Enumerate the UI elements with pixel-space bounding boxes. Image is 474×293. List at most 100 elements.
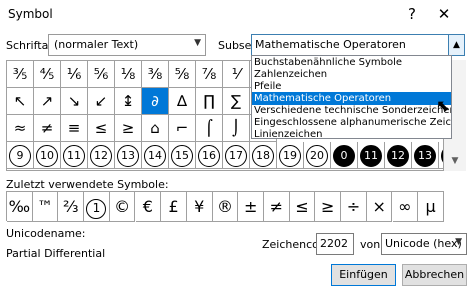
circled-number: 13 bbox=[414, 145, 436, 167]
symbol-cell[interactable]: ⌠ bbox=[196, 115, 223, 142]
symbol-cell[interactable]: ↨ bbox=[115, 88, 142, 115]
recent-symbol-cell[interactable]: ± bbox=[238, 192, 264, 222]
recent-symbol-cell[interactable]: ¥ bbox=[186, 192, 213, 222]
symbol-cell[interactable]: 15 bbox=[169, 142, 196, 169]
recent-symbol-cell[interactable]: ⅔ bbox=[58, 192, 85, 222]
symbol-cell[interactable]: ≡ bbox=[61, 115, 88, 142]
recent-symbol-cell[interactable]: ≥ bbox=[315, 192, 342, 222]
symbol-cell[interactable]: ↖ bbox=[7, 88, 34, 115]
symbol-cell[interactable]: ⅞ bbox=[196, 61, 223, 88]
circled-number: 12 bbox=[90, 145, 112, 167]
recent-symbol-cell[interactable]: £ bbox=[161, 192, 187, 222]
symbol-cell[interactable]: ≤ bbox=[88, 115, 115, 142]
symbol-cell[interactable]: 11 bbox=[358, 142, 385, 169]
subset-option[interactable]: Linienzeichen bbox=[252, 128, 451, 138]
symbol-cell[interactable]: 12 bbox=[88, 142, 115, 169]
symbol-cell[interactable]: 19 bbox=[277, 142, 304, 169]
mouse-cursor-icon: ⬉ bbox=[436, 96, 450, 115]
circled-number: 0 bbox=[333, 145, 355, 167]
symbol-cell[interactable]: ⅟ bbox=[223, 61, 250, 88]
recent-symbol-cell[interactable]: ≤ bbox=[289, 192, 316, 222]
symbol-cell[interactable]: 18 bbox=[250, 142, 277, 169]
symbol-cell[interactable]: ⅝ bbox=[169, 61, 196, 88]
help-button[interactable]: ? bbox=[402, 2, 422, 26]
character-code-input[interactable]: 2202 bbox=[316, 233, 354, 255]
symbol-cell[interactable]: ⅜ bbox=[142, 61, 169, 88]
symbol-cell[interactable]: ⅗ bbox=[7, 61, 34, 88]
symbol-cell[interactable]: ∑ bbox=[223, 88, 250, 115]
recent-symbol-cell[interactable]: 1 bbox=[84, 192, 110, 222]
unicode-name-value: Partial Differential bbox=[6, 247, 106, 260]
recent-symbol-cell[interactable]: € bbox=[135, 192, 162, 222]
circled-number: 10 bbox=[36, 145, 58, 167]
circled-number: 12 bbox=[387, 145, 409, 167]
symbol-cell-selected[interactable]: ∂ bbox=[142, 88, 169, 115]
from-select[interactable]: Unicode (hex) ▼ bbox=[381, 233, 467, 255]
circled-number: 14 bbox=[144, 145, 166, 167]
symbol-cell[interactable]: 20 bbox=[304, 142, 331, 169]
symbol-cell[interactable]: 14 bbox=[142, 142, 169, 169]
subset-dropdown-list[interactable]: Buchstabenähnliche Symbole Zahlenzeichen P… bbox=[251, 55, 452, 139]
circled-number: 16 bbox=[198, 145, 220, 167]
symbol-cell[interactable]: 11 bbox=[61, 142, 88, 169]
recent-symbol-cell[interactable]: © bbox=[109, 192, 136, 222]
font-value: (normaler Text) bbox=[54, 38, 139, 51]
symbol-cell[interactable]: ↙ bbox=[88, 88, 115, 115]
circled-number: 19 bbox=[279, 145, 301, 167]
unicode-name-label: Unicodename: bbox=[6, 227, 86, 240]
from-value: Unicode (hex) bbox=[385, 237, 462, 250]
recent-symbol-cell[interactable]: ‰ bbox=[7, 192, 33, 222]
circled-number: 13 bbox=[117, 145, 139, 167]
recent-symbol-cell[interactable]: × bbox=[366, 192, 393, 222]
circled-number: 9 bbox=[9, 145, 31, 167]
recent-symbols-row[interactable]: ‰ ™ ⅔ 1 © € £ ¥ ® ± ≠ ≤ ≥ ÷ × ∞ µ bbox=[6, 191, 444, 222]
dialog-title: Symbol bbox=[8, 7, 53, 21]
chevron-down-icon: ▼ bbox=[194, 38, 201, 48]
circled-number: 1 bbox=[86, 199, 107, 219]
circled-number: 18 bbox=[252, 145, 274, 167]
symbol-cell[interactable]: ⅙ bbox=[61, 61, 88, 88]
font-select[interactable]: (normaler Text) ▼ bbox=[48, 34, 206, 56]
symbol-cell[interactable]: 0 bbox=[331, 142, 358, 169]
symbol-cell[interactable]: 10 bbox=[34, 142, 61, 169]
close-button[interactable]: ✕ bbox=[432, 2, 456, 26]
symbol-cell[interactable]: ≈ bbox=[7, 115, 34, 142]
symbol-cell[interactable]: ⅚ bbox=[88, 61, 115, 88]
circled-number: 17 bbox=[225, 145, 247, 167]
recent-symbol-cell[interactable]: µ bbox=[418, 192, 444, 222]
symbol-cell[interactable]: ≠ bbox=[34, 115, 61, 142]
recent-symbol-cell[interactable]: ® bbox=[212, 192, 239, 222]
symbol-cell[interactable]: ↗ bbox=[34, 88, 61, 115]
symbol-cell[interactable]: ∆ bbox=[169, 88, 196, 115]
symbol-cell[interactable]: 16 bbox=[196, 142, 223, 169]
symbol-cell[interactable]: 17 bbox=[223, 142, 250, 169]
subset-select[interactable]: Mathematische Operatoren ▲ bbox=[251, 34, 465, 56]
insert-button[interactable]: Einfügen bbox=[331, 264, 396, 286]
symbol-cell[interactable]: 13 bbox=[412, 142, 439, 169]
circled-number: 11 bbox=[360, 145, 382, 167]
scroll-down-icon[interactable]: ▼ bbox=[444, 152, 466, 170]
circled-number: 15 bbox=[171, 145, 193, 167]
subset-value: Mathematische Operatoren bbox=[255, 38, 406, 51]
symbol-cell[interactable]: ⅘ bbox=[34, 61, 61, 88]
symbol-cell[interactable]: ∏ bbox=[196, 88, 223, 115]
recent-symbol-cell[interactable]: ™ bbox=[32, 192, 59, 222]
chevron-up-icon[interactable]: ▲ bbox=[448, 35, 464, 55]
symbol-cell[interactable]: ⌂ bbox=[142, 115, 169, 142]
chevron-down-icon: ▼ bbox=[455, 237, 462, 247]
symbol-cell[interactable]: ⌡ bbox=[223, 115, 250, 142]
recent-symbol-cell[interactable]: ∞ bbox=[392, 192, 419, 222]
circled-number: 11 bbox=[63, 145, 85, 167]
symbol-cell[interactable]: 9 bbox=[7, 142, 34, 169]
circled-number: 20 bbox=[306, 145, 328, 167]
symbol-cell[interactable]: ↘ bbox=[61, 88, 88, 115]
symbol-cell[interactable]: 13 bbox=[115, 142, 142, 169]
recent-symbols-label: Zuletzt verwendete Symbole: bbox=[6, 178, 169, 191]
symbol-cell[interactable]: 12 bbox=[385, 142, 412, 169]
symbol-cell[interactable]: ⌐ bbox=[169, 115, 196, 142]
recent-symbol-cell[interactable]: ≠ bbox=[264, 192, 290, 222]
symbol-cell[interactable]: ⅛ bbox=[115, 61, 142, 88]
recent-symbol-cell[interactable]: ÷ bbox=[341, 192, 367, 222]
cancel-button[interactable]: Abbrechen bbox=[402, 264, 467, 286]
symbol-cell[interactable]: ≥ bbox=[115, 115, 142, 142]
